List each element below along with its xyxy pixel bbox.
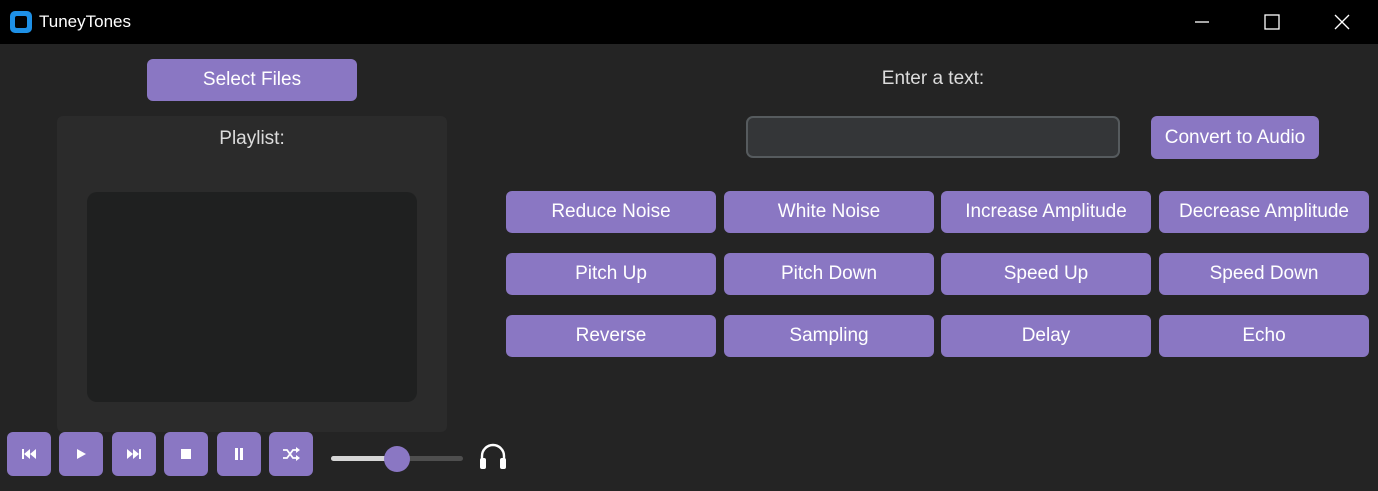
minimize-button[interactable]	[1172, 0, 1232, 44]
white-noise-button[interactable]: White Noise	[724, 191, 934, 233]
reverse-button[interactable]: Reverse	[506, 315, 716, 357]
close-icon	[1334, 14, 1350, 30]
title-bar: TuneyTones	[0, 0, 1378, 44]
playlist-listbox[interactable]	[87, 192, 417, 402]
delay-button[interactable]: Delay	[941, 315, 1151, 357]
stop-button[interactable]	[164, 432, 208, 476]
reduce-noise-button[interactable]: Reduce Noise	[506, 191, 716, 233]
decrease-amplitude-button[interactable]: Decrease Amplitude	[1159, 191, 1369, 233]
speed-up-button[interactable]: Speed Up	[941, 253, 1151, 295]
pause-button[interactable]	[217, 432, 261, 476]
headphones-button[interactable]	[477, 440, 509, 472]
select-files-button[interactable]: Select Files	[147, 59, 357, 101]
play-button[interactable]	[59, 432, 103, 476]
maximize-button[interactable]	[1242, 0, 1302, 44]
echo-button[interactable]: Echo	[1159, 315, 1369, 357]
app-icon	[10, 11, 32, 33]
previous-button[interactable]	[7, 432, 51, 476]
next-icon	[127, 449, 141, 459]
shuffle-button[interactable]	[269, 432, 313, 476]
previous-icon	[22, 449, 36, 459]
close-button[interactable]	[1312, 0, 1372, 44]
playlist-panel: Playlist:	[57, 116, 447, 432]
convert-to-audio-button[interactable]: Convert to Audio	[1151, 116, 1319, 159]
next-button[interactable]	[112, 432, 156, 476]
play-icon	[77, 449, 86, 459]
sampling-button[interactable]: Sampling	[724, 315, 934, 357]
window-title: TuneyTones	[39, 12, 131, 31]
playlist-label: Playlist:	[219, 128, 285, 149]
minimize-icon	[1195, 21, 1209, 23]
enter-text-label: Enter a text:	[881, 68, 985, 89]
pitch-up-button[interactable]: Pitch Up	[506, 253, 716, 295]
headphones-icon	[480, 443, 506, 469]
increase-amplitude-button[interactable]: Increase Amplitude	[941, 191, 1151, 233]
pitch-down-button[interactable]: Pitch Down	[724, 253, 934, 295]
shuffle-icon	[283, 447, 300, 461]
pause-icon	[235, 448, 243, 460]
stop-icon	[181, 449, 191, 459]
volume-slider-thumb[interactable]	[384, 446, 410, 472]
maximize-icon	[1264, 14, 1280, 30]
speed-down-button[interactable]: Speed Down	[1159, 253, 1369, 295]
text-input[interactable]	[746, 116, 1120, 158]
